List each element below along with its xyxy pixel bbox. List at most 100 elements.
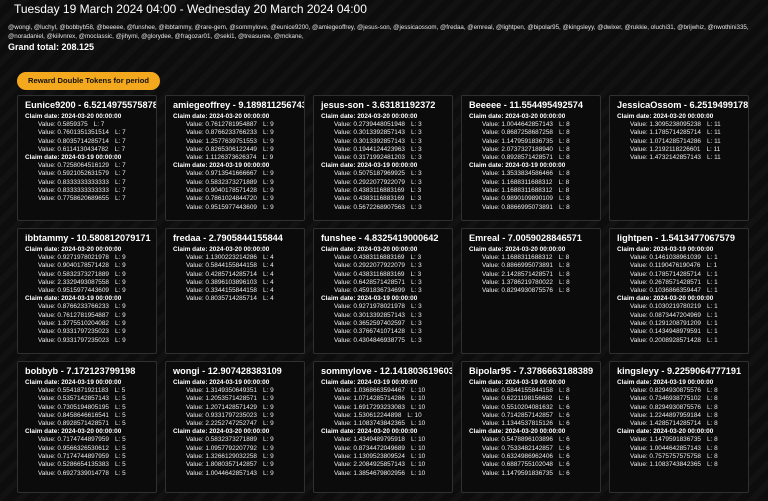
level-text: L: 11 [706,145,721,153]
level-text: L: 3 [410,129,422,137]
value-row: Value: 0.8766233766233 L: 9 [173,129,299,137]
value-text: Value: 0.7258064516129 [38,162,109,170]
value-text: Value: 0.4383116883169 [334,270,405,278]
value-text: Value: 0.7174744897959 [38,453,109,461]
level-text: L: 8 [558,187,570,195]
value-row: Value: 0.3766741071428 L: 3 [321,328,447,336]
value-row: Value: 1.0044642857143 L: 9 [173,470,299,478]
value-row: Value: 0.5541871921183 L: 5 [25,387,151,395]
level-text: L: 1 [706,270,718,278]
value-row: Value: 1.530612244898 L: 10 [321,412,447,420]
user-card-title: wongi - 12.907428383109 [173,366,282,376]
level-text: L: 4 [262,254,274,261]
value-row: Value: 0.9566326530612 L: 5 [25,445,151,453]
value-text: Value: 1.1785714285714 [630,129,701,137]
level-text: L: 8 [558,154,570,162]
level-text: L: 3 [410,170,422,178]
value-text: Value: 0.9040178571428 [38,262,109,270]
value-text: Value: 0.6927339014778 [38,469,109,477]
value-text: Value: 0.7533482142857 [482,444,553,452]
value-row: Value: 0.8333333333333 L: 7 [25,187,151,195]
level-text: L: 8 [706,387,718,394]
value-row: Value: 0.7601351351514 L: 7 [25,129,151,137]
value-text: Value: 0.5541871921183 [38,387,109,394]
value-row: Value: 0.7174744897959 L: 5 [25,453,151,461]
value-row: Value: 0.1944124423963 L: 3 [321,146,447,154]
level-text: L: 3 [410,254,422,261]
value-row: Value: 0.2678571428571 L: 1 [617,279,743,287]
value-text: Value: 0.5075187969925 [334,170,405,178]
level-text: L: 9 [262,461,274,469]
value-row: Value: 0.5832373271889 L: 9 [173,179,299,187]
value-row: Value: 1.3095238095238 L: 11 [617,121,743,129]
value-text: Value: 0.2922077922079 [334,262,405,270]
value-row: Value: 0.9271978021978 L: 9 [25,254,151,262]
value-row: Value: 0.1030219780219 L: 1 [617,303,743,311]
value-row: Value: 1.2192118226601 L: 11 [617,146,743,154]
value-row: Value: 1.3775510204082 L: 9 [25,320,151,328]
value-text: Value: 2.2252747252747 [186,420,257,428]
value-row: Value: 0.1461038961039 L: 1 [617,254,743,262]
value-text: Value: 0.3013392857143 [334,129,405,137]
value-text: Value: 0.9331797235023 [38,328,109,336]
value-row: Value: 0.6428571428571 L: 3 [321,279,447,287]
user-card-title: lightpen - 1.5413477067579 [617,233,735,243]
value-row: Value: 0.6114130434782 L: 7 [25,146,151,154]
value-text: Value: 0.4383116883169 [334,195,405,203]
user-card-title: JessicaOssom - 6.2519499178982 [617,100,749,110]
value-row: Value: 0.1190476190476 L: 1 [617,262,743,270]
level-text: L: 5 [114,411,126,419]
level-text: L: 4 [262,270,274,278]
value-row: Value: 0.5832373271889 L: 9 [25,271,151,279]
value-text: Value: 1.3149350649351 [186,387,257,394]
value-text: Value: 1.2053571428571 [186,395,257,403]
value-row: Value: 0.8035714285714 L: 4 [173,295,299,303]
value-row: Value: 1.1479591836735 L: 8 [469,138,595,146]
level-text: L: 1 [706,254,718,261]
level-text: L: 10 [410,469,426,477]
level-text: L: 4 [262,278,274,286]
level-text: L: 7 [114,129,126,137]
value-text: Value: 2.3329493087558 [38,278,109,286]
value-row: Value: 0.9713541666667 L: 9 [173,170,299,178]
value-text: Value: 0.8035714285714 [38,137,109,145]
value-row: Value: 2.2084925857143 L: 10 [321,461,447,469]
value-row: Value: 0.1291208791209 L: 1 [617,320,743,328]
value-row: Value: 1.0957792207792 L: 9 [173,445,299,453]
value-row: Value: 0.8734472049689 L: 10 [321,445,447,453]
value-row: Value: 1.0714285714286 L: 11 [617,138,743,146]
level-text: L: 10 [410,387,426,394]
user-card-title: jesus-son - 3.63181192372 [321,100,436,110]
level-text: L: 5 [114,453,126,461]
level-text: L: 8 [558,129,570,137]
value-row: Value: 1.2053571428571 L: 9 [173,395,299,403]
claim-date: Claim date: 2024-03-19 00:00:00 [469,379,566,386]
value-text: Value: 0.1434948979591 [630,328,701,336]
value-row: Value: 0.3171992481203 L: 3 [321,154,447,162]
level-text: L: 9 [262,170,274,178]
level-text: L: 9 [114,254,126,261]
reward-double-tokens-button[interactable]: Reward Double Tokens for period [17,72,160,90]
value-row: Value: 0.8265306122449 L: 9 [173,146,299,154]
value-text: Value: 0.3344155844158 [186,287,257,295]
claim-date: Claim date: 2024-03-20 00:00:00 [617,113,714,120]
value-row: Value: 0.9040178571428 L: 9 [25,262,151,270]
value-row: Value: 0.8294930875576 L: 8 [469,287,595,295]
value-text: Value: 0.5510204081632 [482,403,553,411]
value-text: Value: 1.1083743842365 [334,420,405,428]
value-row: Value: 2.1428571428571 L: 8 [469,271,595,279]
value-text: Value: 0.4383116883169 [334,254,405,261]
value-text: Value: 0.9331797235023 [38,336,109,344]
value-row: Value: 1.1083743842365 L: 8 [617,461,743,469]
value-text: Value: 0.1944124423963 [334,145,405,153]
value-row: Value: 0.5357142857143 L: 5 [25,395,151,403]
value-text: Value: 0.4304846938775 [334,336,405,344]
value-text: Value: 0.2008928571428 [630,336,701,344]
claim-date: Claim date: 2024-03-19 00:00:00 [321,379,418,386]
level-text: L: 9 [114,336,126,344]
level-text: L: 6 [558,420,570,428]
value-text: Value: 0.6114130434782 [38,145,109,153]
level-text: L: 7 [114,145,126,153]
value-text: Value: 1.1688311688312 [482,178,553,186]
grand-total: Grand total: 208.125 [8,42,95,52]
